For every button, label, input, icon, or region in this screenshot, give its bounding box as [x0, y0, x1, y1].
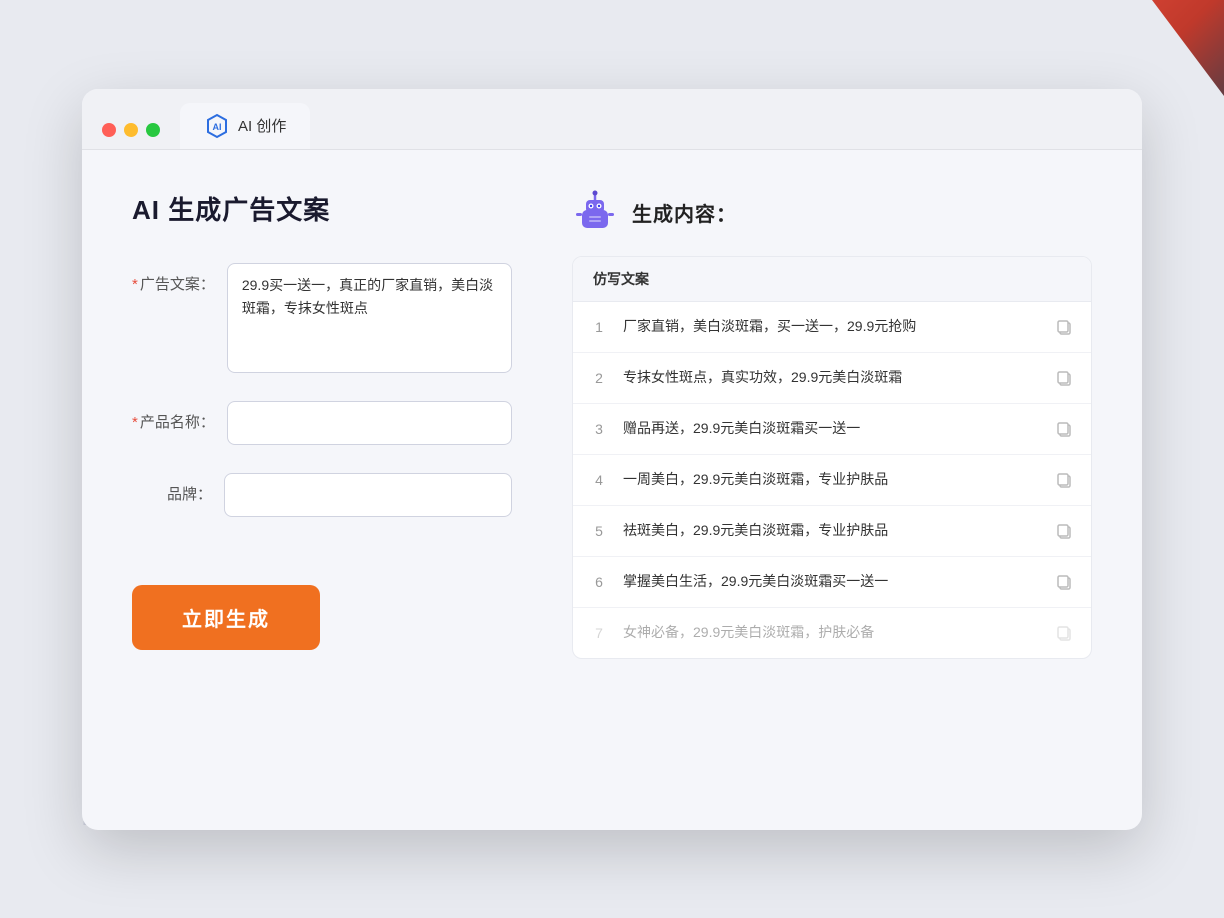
row-number: 7 [589, 625, 609, 641]
brand-group: 品牌： 好白 [132, 473, 512, 517]
product-name-input[interactable]: 美白淡斑霜 [227, 401, 512, 445]
copy-icon[interactable] [1053, 469, 1075, 491]
traffic-light-yellow[interactable] [124, 123, 138, 137]
row-text: 女神必备，29.9元美白淡斑霜，护肤必备 [623, 622, 1039, 643]
row-number: 2 [589, 370, 609, 386]
right-panel: 生成内容： 仿写文案 1 厂家直销，美白淡斑霜，买一送一，29.9元抢购 2 专抹女… [572, 190, 1092, 790]
row-text: 掌握美白生活，29.9元美白淡斑霜买一送一 [623, 571, 1039, 592]
row-text: 专抹女性斑点，真实功效，29.9元美白淡斑霜 [623, 367, 1039, 388]
page-title: AI 生成广告文案 [132, 190, 512, 227]
list-item: 5 祛斑美白，29.9元美白淡斑霜，专业护肤品 [573, 506, 1091, 557]
row-number: 1 [589, 319, 609, 335]
brand-input[interactable]: 好白 [224, 473, 512, 517]
ai-tab-icon: AI [204, 113, 230, 139]
list-item: 6 掌握美白生活，29.9元美白淡斑霜买一送一 [573, 557, 1091, 608]
copy-icon[interactable] [1053, 520, 1075, 542]
copy-icon[interactable] [1053, 622, 1075, 644]
result-list: 1 厂家直销，美白淡斑霜，买一送一，29.9元抢购 2 专抹女性斑点，真实功效，29… [573, 302, 1091, 658]
required-star-ad: * [132, 276, 138, 293]
svg-text:AI: AI [213, 122, 222, 132]
list-item: 7 女神必备，29.9元美白淡斑霜，护肤必备 [573, 608, 1091, 658]
list-item: 4 一周美白，29.9元美白淡斑霜，专业护肤品 [573, 455, 1091, 506]
copy-icon[interactable] [1053, 367, 1075, 389]
traffic-lights [102, 123, 160, 137]
traffic-light-red[interactable] [102, 123, 116, 137]
copy-icon[interactable] [1053, 571, 1075, 593]
list-item: 2 专抹女性斑点，真实功效，29.9元美白淡斑霜 [573, 353, 1091, 404]
ad-copy-label: *广告文案： [132, 263, 215, 294]
result-header: 生成内容： [572, 190, 1092, 236]
browser-window: AI AI 创作 AI 生成广告文案 *广告文案： 29.9买一送一，真正的厂家… [82, 89, 1142, 830]
row-text: 厂家直销，美白淡斑霜，买一送一，29.9元抢购 [623, 316, 1039, 337]
row-number: 3 [589, 421, 609, 437]
row-number: 4 [589, 472, 609, 488]
result-table-header: 仿写文案 [573, 257, 1091, 302]
robot-icon [572, 190, 618, 236]
row-text: 祛斑美白，29.9元美白淡斑霜，专业护肤品 [623, 520, 1039, 541]
result-title: 生成内容： [632, 198, 737, 227]
copy-icon[interactable] [1053, 418, 1075, 440]
product-name-group: *产品名称： 美白淡斑霜 [132, 401, 512, 445]
brand-label: 品牌： [132, 473, 212, 504]
title-bar: AI AI 创作 [82, 89, 1142, 150]
list-item: 3 赠品再送，29.9元美白淡斑霜买一送一 [573, 404, 1091, 455]
copy-icon[interactable] [1053, 316, 1075, 338]
required-star-product: * [132, 414, 138, 431]
ad-copy-group: *广告文案： 29.9买一送一，真正的厂家直销，美白淡斑霜，专抹女性斑点 [132, 263, 512, 373]
list-item: 1 厂家直销，美白淡斑霜，买一送一，29.9元抢购 [573, 302, 1091, 353]
tab-ai-creation[interactable]: AI AI 创作 [180, 103, 310, 149]
row-number: 5 [589, 523, 609, 539]
row-text: 赠品再送，29.9元美白淡斑霜买一送一 [623, 418, 1039, 439]
product-name-label: *产品名称： [132, 401, 215, 432]
traffic-light-green[interactable] [146, 123, 160, 137]
left-panel: AI 生成广告文案 *广告文案： 29.9买一送一，真正的厂家直销，美白淡斑霜，… [132, 190, 512, 790]
ad-copy-input[interactable]: 29.9买一送一，真正的厂家直销，美白淡斑霜，专抹女性斑点 [227, 263, 512, 373]
result-container: 仿写文案 1 厂家直销，美白淡斑霜，买一送一，29.9元抢购 2 专抹女性斑点，真实… [572, 256, 1092, 659]
row-text: 一周美白，29.9元美白淡斑霜，专业护肤品 [623, 469, 1039, 490]
row-number: 6 [589, 574, 609, 590]
generate-button[interactable]: 立即生成 [132, 585, 320, 650]
tab-label: AI 创作 [238, 115, 286, 136]
main-content: AI 生成广告文案 *广告文案： 29.9买一送一，真正的厂家直销，美白淡斑霜，… [82, 150, 1142, 830]
